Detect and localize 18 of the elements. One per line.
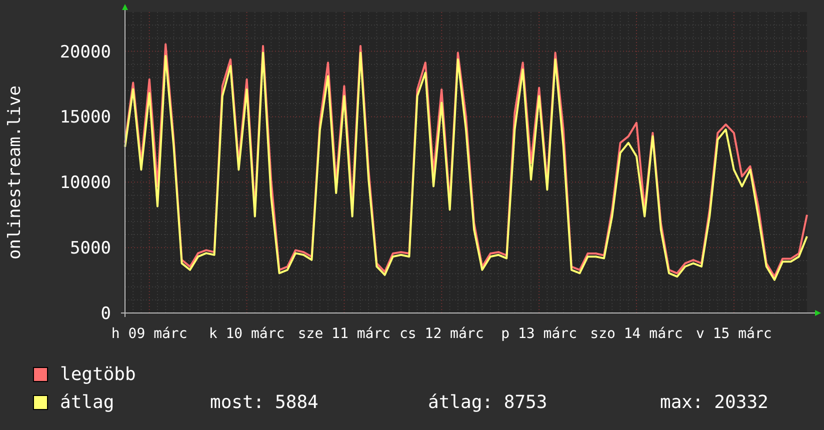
stat-value: átlag: 8753: [428, 392, 548, 412]
axis-tick-label: 5000: [70, 238, 111, 259]
axis-tick-label: v 15 márc: [696, 326, 772, 342]
stat-value: max: 20332: [660, 392, 768, 412]
axis-tick-label: 15000: [60, 108, 111, 128]
axis-tick-label: k 10 márc: [208, 326, 285, 342]
axis-tick-label: h 09 márc: [111, 326, 188, 342]
axis-tick-label: szo 14 márc: [590, 326, 683, 342]
axis-tick-label: 0: [100, 304, 111, 324]
axis-tick-label: cs 12 márc: [400, 326, 484, 342]
legend-label: legtöbb: [60, 364, 137, 384]
stat-value: most: 5884: [210, 392, 320, 412]
axis-title: onlinestream.live: [5, 86, 25, 260]
axis-tick-label: sze 11 márc: [298, 326, 391, 342]
axis-tick-label: p 13 márc: [501, 326, 577, 342]
axis-tick-label: 10000: [60, 173, 111, 194]
axis-tick-label: 20000: [60, 42, 111, 62]
legend-label: átlag: [60, 392, 116, 412]
